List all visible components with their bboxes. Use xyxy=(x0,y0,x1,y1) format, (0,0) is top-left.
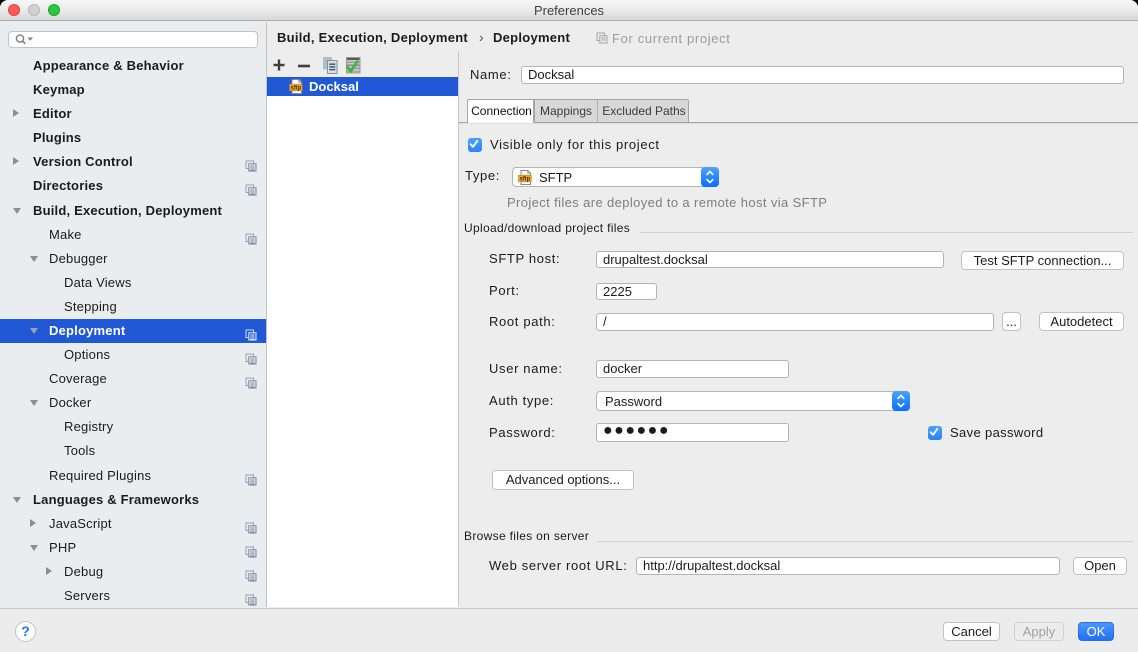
svg-text:sftp: sftp xyxy=(291,85,302,92)
svg-text:sftp: sftp xyxy=(520,176,531,183)
